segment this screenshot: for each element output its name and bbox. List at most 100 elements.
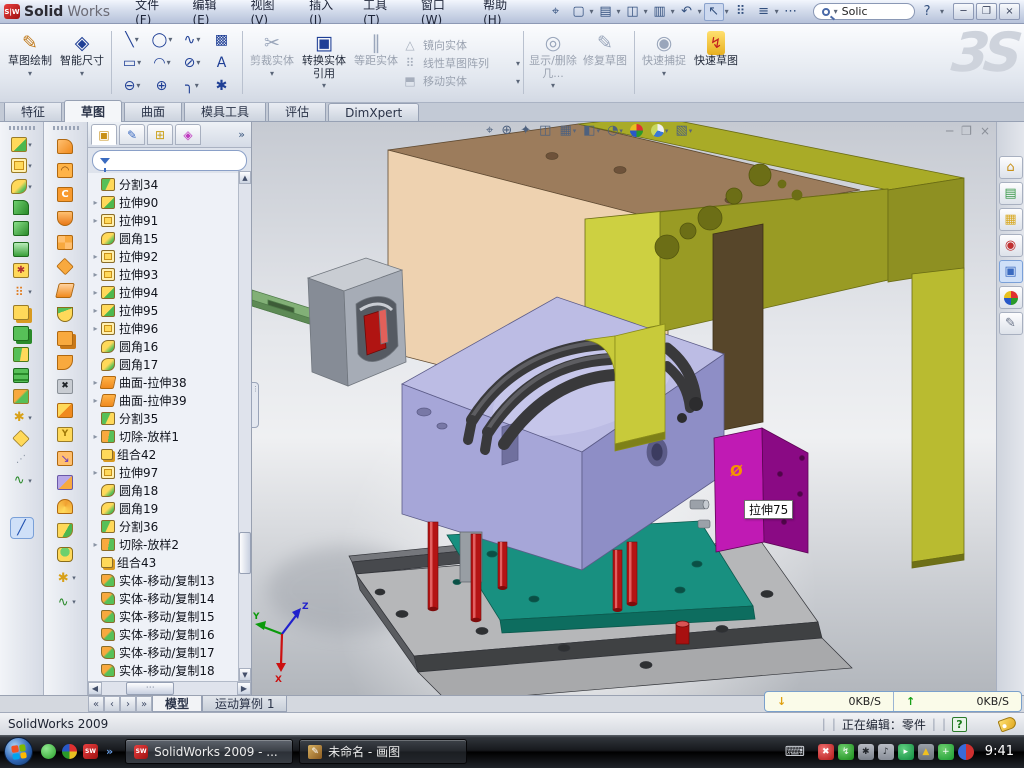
doc-close-button[interactable]: × (980, 124, 990, 138)
tree-item[interactable]: 实体-移动/复制18 (90, 661, 237, 679)
dropdown-caret-icon[interactable]: ▾ (80, 69, 84, 78)
study-nav-button[interactable]: » (136, 696, 152, 712)
convert-entities-button[interactable]: ▣ 转换实体引用 ▾ (298, 27, 350, 98)
measure-button[interactable]: ╱ (10, 517, 34, 539)
tree-vertical-scrollbar[interactable]: ▲ ▼ (238, 171, 251, 681)
part-gray-clamp[interactable] (308, 258, 406, 386)
panel-tab[interactable]: ▣ (91, 124, 117, 145)
tray-icon[interactable]: + (938, 744, 954, 760)
dropdown-caret-icon[interactable]: ▾ (775, 7, 779, 16)
ribbon-tab[interactable]: 特征 (4, 100, 62, 121)
toolbar-button[interactable] (46, 518, 86, 542)
hud-button[interactable] (628, 123, 646, 138)
task-pane-button[interactable]: ⌂ (999, 156, 1023, 179)
taskbar-window-button[interactable]: ✎ 未命名 - 画图 (299, 739, 467, 764)
exploded-assembly-scene[interactable]: Ø Y Z X (252, 122, 1024, 695)
restore-button[interactable]: ❐ (976, 3, 997, 20)
expand-arrow-icon[interactable]: ▸ (90, 468, 101, 477)
toolbar-button[interactable]: ↘ (46, 446, 86, 470)
sketch-entity-button[interactable]: ◯▾ (147, 28, 177, 51)
expand-arrow-icon[interactable]: ▸ (90, 270, 101, 279)
hud-button[interactable]: ◧ ▾ (581, 122, 602, 139)
smart-dimension-button[interactable]: ◈ 智能尺寸 ▾ (56, 27, 108, 98)
panel-splitter-handle[interactable]: ⋮ (251, 382, 259, 428)
sketch-entity-button[interactable]: ⊖▾ (117, 74, 147, 97)
toolbar-button[interactable] (46, 206, 86, 230)
trim-entities-button[interactable]: ✂ 剪裁实体 ▾ (246, 27, 298, 98)
tray-icon[interactable]: ♪ (878, 744, 894, 760)
dropdown-caret-icon[interactable]: ▾ (725, 7, 729, 16)
toolbar-button[interactable] (46, 542, 86, 566)
toolbar-button[interactable]: ∿ ▾ (46, 590, 86, 614)
hud-button[interactable]: ◫ (537, 122, 554, 139)
quick-launch-expand-icon[interactable]: » (106, 745, 113, 758)
part-insert-block[interactable]: Ø (714, 428, 808, 553)
tree-item[interactable]: 组合43 (90, 553, 237, 571)
hud-button[interactable]: ◔ ▾ (605, 122, 625, 139)
tag-icon[interactable] (997, 715, 1017, 732)
search-caret-icon[interactable]: ▾ (834, 7, 838, 16)
expand-arrow-icon[interactable]: ▸ (90, 252, 101, 261)
toolbar-button[interactable] (2, 323, 42, 344)
toolbar-icon[interactable]: ↖ (704, 3, 724, 21)
task-pane-button[interactable]: ✎ (999, 312, 1023, 335)
tree-item[interactable]: ▸ 拉伸91 (90, 211, 237, 229)
sketch-entity-button[interactable]: ◠▾ (147, 51, 177, 74)
toolbar-button[interactable]: ✱ (2, 260, 42, 281)
expand-arrow-icon[interactable]: ▸ (90, 324, 101, 333)
scroll-down-icon[interactable]: ▼ (239, 668, 251, 681)
hud-button[interactable]: ⌖ (484, 122, 496, 139)
scroll-up-icon[interactable]: ▲ (239, 171, 251, 184)
tree-item[interactable]: 组合42 (90, 445, 237, 463)
task-pane-button[interactable]: ▤ (999, 182, 1023, 205)
toolbar-icon[interactable]: ≡ (754, 3, 774, 21)
repair-sketch-button[interactable]: ✎ 修复草图 (579, 27, 631, 98)
toolbar-button[interactable] (2, 218, 42, 239)
tree-item[interactable]: ▸ 拉伸92 (90, 247, 237, 265)
toolbar-icon[interactable]: ⌖ (546, 3, 566, 21)
ribbon-tab[interactable]: 曲面 (124, 100, 182, 121)
tray-icon[interactable]: ✖ (818, 744, 834, 760)
expand-arrow-icon[interactable]: ▸ (90, 540, 101, 549)
sketch-entity-button[interactable]: ∿▾ (177, 28, 207, 51)
study-tab[interactable]: 运动算例 1 (202, 696, 287, 712)
quick-launch-icon[interactable] (41, 744, 56, 759)
graphics-viewport[interactable]: Ø Y Z X (252, 122, 1024, 695)
quick-snaps-button[interactable]: ◉ 快速捕捉 ▾ (638, 27, 690, 98)
toolbar-button[interactable] (46, 302, 86, 326)
toolbar-button[interactable] (2, 428, 42, 449)
sketch-entity-button[interactable]: ╮▾ (177, 74, 207, 97)
toolbar-button[interactable]: ▾ (2, 176, 42, 197)
search-box[interactable]: ▾ Solic (813, 3, 916, 20)
toolbar-button[interactable]: ⋰ (2, 449, 42, 470)
toolbar-button[interactable]: Y (46, 422, 86, 446)
ribbon-tab[interactable]: 草图 (64, 100, 122, 122)
toolbar-grip[interactable] (9, 126, 35, 130)
tree-horizontal-scrollbar[interactable]: ◀ ⋯ ▶ (88, 681, 251, 695)
scroll-right-icon[interactable]: ▶ (237, 682, 251, 695)
sketch-entity-button[interactable]: ▭▾ (117, 51, 147, 74)
toolbar-button[interactable] (46, 134, 86, 158)
dropdown-caret-icon[interactable]: ▾ (28, 69, 32, 78)
hud-button[interactable]: ▦ ▾ (557, 122, 578, 139)
sketch-entity-button[interactable]: A (207, 51, 237, 74)
tree-item[interactable]: ▸ 拉伸93 (90, 265, 237, 283)
rapid-sketch-button[interactable]: ↯ 快速草图 (690, 27, 742, 98)
toolbar-button[interactable]: ✱ ▾ (46, 566, 86, 590)
keyboard-layout-icon[interactable]: ⌨ (785, 744, 805, 760)
hud-button[interactable]: ▾ (649, 123, 671, 138)
ribbon-tab[interactable]: 评估 (268, 100, 326, 121)
pattern-tool-item[interactable]: ⬒ 移动实体 ▾ (402, 73, 520, 89)
tray-icon[interactable]: ▸ (898, 744, 914, 760)
sketch-entity-button[interactable]: ⊕ (147, 74, 177, 97)
tree-filter-input[interactable] (92, 150, 247, 171)
expand-arrow-icon[interactable]: ▸ (90, 432, 101, 441)
toolbar-button[interactable] (2, 386, 42, 407)
help-icon[interactable]: ? (917, 3, 937, 21)
doc-minimize-button[interactable]: ─ (946, 124, 953, 138)
quick-launch-icon[interactable]: SW (83, 744, 98, 759)
tree-item[interactable]: 圆角15 (90, 229, 237, 247)
tree-item[interactable]: ▸ 拉伸97 (90, 463, 237, 481)
toolbar-icon[interactable]: ▤ (596, 3, 616, 21)
quick-tips-icon[interactable]: ? (952, 717, 967, 732)
